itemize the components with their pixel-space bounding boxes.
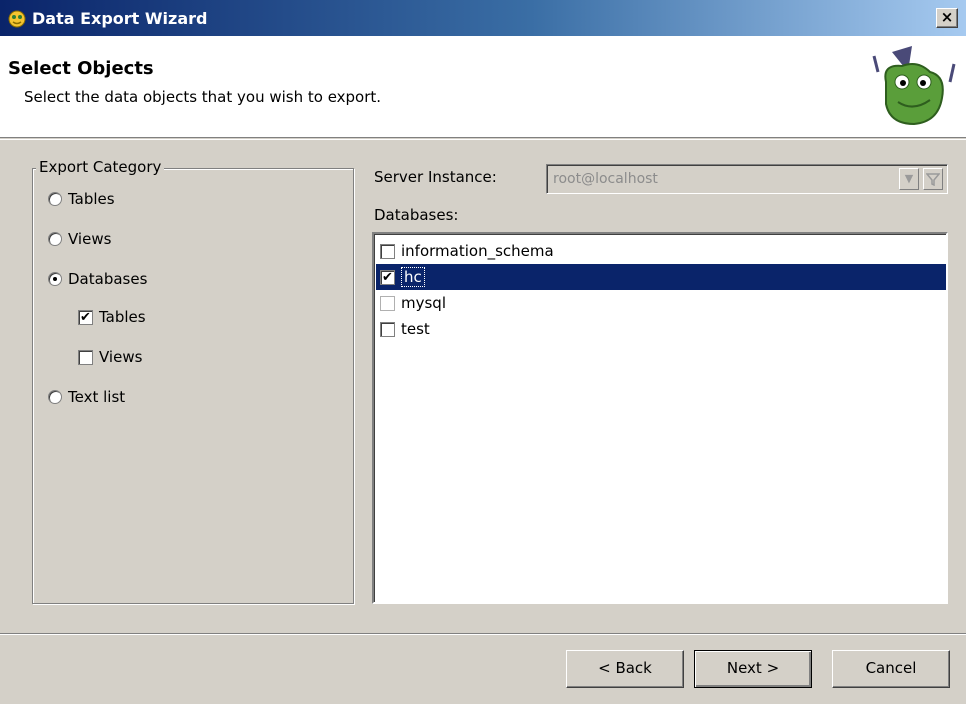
header-separator — [0, 139, 966, 140]
checkbox-db-views[interactable]: Views — [78, 348, 142, 366]
checkbox[interactable] — [380, 321, 395, 337]
server-instance-label: Server Instance: — [374, 168, 497, 186]
checkbox[interactable]: ✔ — [380, 269, 395, 285]
radio-button[interactable] — [48, 192, 62, 206]
radio-label: Tables — [68, 190, 115, 208]
list-item[interactable]: test — [376, 316, 946, 342]
radio-button[interactable] — [48, 272, 62, 286]
radio-text-list[interactable]: Text list — [48, 388, 125, 406]
footer-separator-highlight — [0, 634, 966, 635]
list-item[interactable]: mysql — [376, 290, 946, 316]
frog-mascot-logo — [872, 46, 956, 126]
list-item[interactable]: ✔ hc — [376, 264, 946, 290]
list-item-label: mysql — [401, 294, 446, 312]
page-subtitle: Select the data objects that you wish to… — [24, 88, 382, 106]
checkbox[interactable] — [78, 349, 93, 365]
page-title: Select Objects — [8, 58, 154, 79]
checkbox[interactable] — [380, 243, 395, 259]
databases-label: Databases: — [374, 206, 459, 224]
close-button[interactable]: × — [936, 8, 958, 28]
filter-icon[interactable] — [923, 168, 943, 190]
radio-label: Databases — [68, 270, 148, 288]
radio-tables[interactable]: Tables — [48, 190, 115, 208]
checkbox[interactable]: ✔ — [78, 309, 93, 325]
wizard-header: Select Objects Select the data objects t… — [0, 36, 966, 138]
radio-label: Views — [68, 230, 112, 248]
next-button[interactable]: Next > — [694, 650, 812, 688]
list-item-label: test — [401, 320, 430, 338]
radio-views[interactable]: Views — [48, 230, 111, 248]
dropdown-arrow-icon[interactable]: ▼ — [899, 168, 919, 190]
list-item-label: information_schema — [401, 242, 554, 260]
cancel-button[interactable]: Cancel — [832, 650, 950, 688]
back-button[interactable]: < Back — [566, 650, 684, 688]
export-category-legend: Export Category — [36, 158, 165, 176]
databases-list[interactable]: information_schema ✔ hc mysql test — [372, 232, 948, 604]
server-instance-value: root@localhost — [553, 171, 658, 187]
window-title: Data Export Wizard — [32, 8, 208, 28]
list-item-label: hc — [401, 267, 425, 287]
frog-icon — [8, 10, 26, 28]
checkbox-label: Tables — [99, 308, 146, 326]
radio-button[interactable] — [48, 390, 62, 404]
checkbox-db-tables[interactable]: ✔ Tables — [78, 308, 146, 326]
radio-databases[interactable]: Databases — [48, 270, 147, 288]
radio-button[interactable] — [48, 232, 62, 246]
checkbox-label: Views — [99, 348, 143, 366]
radio-label: Text list — [68, 388, 126, 406]
checkbox[interactable] — [380, 295, 395, 311]
list-item[interactable]: information_schema — [376, 238, 946, 264]
server-instance-combo[interactable]: root@localhost ▼ — [546, 164, 948, 194]
title-bar: Data Export Wizard × — [0, 0, 966, 36]
